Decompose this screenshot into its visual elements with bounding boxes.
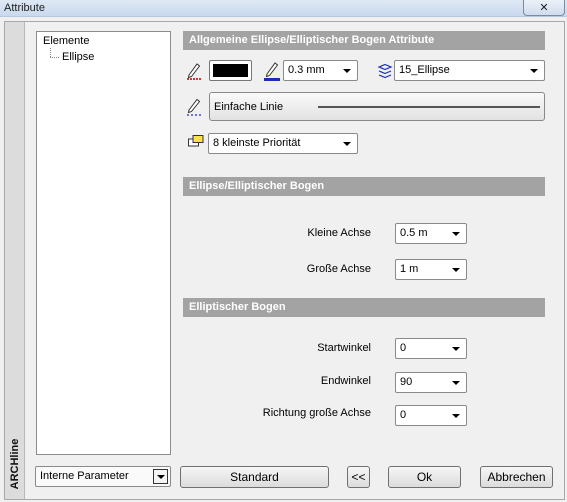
minor-axis-label: Kleine Achse [307,227,371,239]
chevron-down-icon [452,381,460,385]
chevron-down-icon [452,232,460,236]
priority-value: 8 kleinste Priorität [213,137,301,149]
parameter-source-value: Interne Parameter [40,470,129,482]
parameter-source-select[interactable]: Interne Parameter [35,466,171,487]
pen-width-select[interactable]: 0.3 mm [283,60,358,81]
start-angle-select[interactable]: 0 [395,338,467,359]
pen-color-button[interactable] [209,60,252,81]
layer-value: 15_Ellipse [399,64,450,76]
window-title: Attribute [4,2,45,14]
major-axis-direction-value: 0 [400,409,407,421]
chevron-down-icon [153,469,168,484]
major-axis-value: 1 m [400,263,419,275]
ok-button[interactable]: Ok [388,466,461,488]
chevron-down-icon [452,347,460,351]
pen-color-icon [187,63,201,80]
title-bar: Attribute [0,0,567,17]
standard-button[interactable]: Standard [180,466,329,488]
end-angle-value: 90 [400,376,413,388]
major-axis-select[interactable]: 1 m [395,259,467,280]
cancel-button[interactable]: Abbrechen [480,466,553,488]
line-type-sample [318,106,540,108]
brand-strip [5,22,25,499]
line-type-button[interactable]: Einfache Linie [209,92,545,121]
back-button[interactable]: << [347,466,370,488]
chevron-down-icon [343,142,351,146]
major-axis-label: Große Achse [306,263,371,275]
major-axis-direction-label: Richtung große Achse [262,407,371,419]
layer-icon [377,63,393,79]
start-angle-label: Startwinkel [317,342,371,354]
chevron-down-icon [530,69,538,73]
close-icon: ✕ [539,1,549,14]
priority-icon [188,135,204,147]
tree-connector [50,48,51,57]
line-type-label: Einfache Linie [214,101,284,113]
pen-width-icon [264,62,280,81]
brand-text: ARCHline [9,438,21,490]
end-angle-label: Endwinkel [320,375,371,387]
tree-connector [50,57,59,58]
chevron-down-icon [452,268,460,272]
tree-root[interactable]: Elemente [43,35,89,47]
section-header-general: Allgemeine Ellipse/Elliptischer Bogen At… [183,31,545,50]
minor-axis-select[interactable]: 0.5 m [395,223,467,244]
pen-color-swatch [213,64,248,77]
section-header-ellipse: Ellipse/Elliptischer Bogen [183,177,545,196]
element-tree[interactable]: Elemente Ellipse [36,31,171,455]
line-type-icon [187,98,201,116]
pen-width-value: 0.3 mm [288,64,325,76]
chevron-down-icon [343,69,351,73]
layer-select[interactable]: 15_Ellipse [394,60,545,81]
start-angle-value: 0 [400,342,407,354]
priority-select[interactable]: 8 kleinste Priorität [208,133,358,154]
tree-item-ellipse[interactable]: Ellipse [62,51,94,63]
major-axis-direction-select[interactable]: 0 [395,405,467,426]
minor-axis-value: 0.5 m [400,227,428,239]
section-header-arc: Elliptischer Bogen [183,298,545,317]
brand-label: ARCHline [7,438,23,492]
end-angle-select[interactable]: 90 [395,372,467,393]
close-button[interactable]: ✕ [523,0,565,16]
chevron-down-icon [452,414,460,418]
